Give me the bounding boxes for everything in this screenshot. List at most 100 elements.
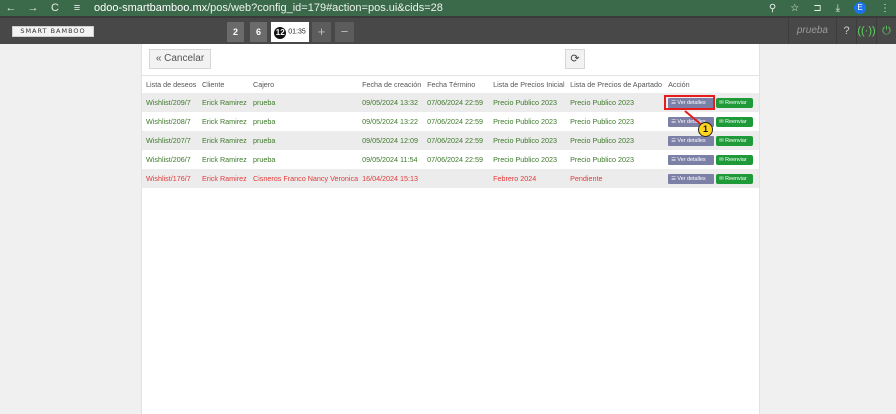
view-details-button[interactable]: ☰ Ver detalles bbox=[668, 154, 715, 165]
extensions-icon[interactable]: ⊐ bbox=[813, 3, 821, 14]
view-details-button[interactable]: ☰ Ver detalles bbox=[668, 173, 715, 184]
resend-label: Reenviar bbox=[725, 118, 747, 125]
cell-end bbox=[423, 169, 490, 188]
cell-created: 09/05/2024 11:54 bbox=[362, 155, 418, 164]
pos-status-area: prueba ? ((·)) ⏻ bbox=[787, 18, 896, 44]
refresh-icon[interactable]: ⟳ bbox=[565, 49, 585, 69]
cell-layaway: Precio Publico 2023 bbox=[570, 155, 635, 164]
view-details-label: Ver detalles bbox=[677, 156, 706, 163]
cell-created: 09/05/2024 12:09 bbox=[358, 131, 424, 150]
forward-icon[interactable]: → bbox=[22, 0, 44, 16]
cell-layaway: Pendiente bbox=[566, 169, 665, 188]
profile-avatar[interactable]: E bbox=[854, 2, 866, 14]
cell-pricelist: Febrero 2024 bbox=[489, 169, 567, 188]
download-icon[interactable]: ⤓ bbox=[836, 3, 840, 14]
order-time: 01:35 bbox=[288, 28, 306, 36]
cell-end: 07/06/2024 22:59 bbox=[427, 155, 484, 164]
order-badge: 12 bbox=[274, 26, 287, 39]
cell-end: 07/06/2024 22:59 bbox=[423, 131, 490, 150]
cell-created: 09/05/2024 13:22 bbox=[362, 117, 419, 126]
col-action: Acción bbox=[668, 80, 690, 89]
cell-cashier: prueba bbox=[253, 155, 276, 164]
menu-icon[interactable]: ⋮ bbox=[880, 3, 890, 14]
logo: SMART BAMBOO bbox=[12, 26, 94, 37]
cell-cashier: Cisneros Franco Nancy Veronica bbox=[249, 169, 359, 188]
star-icon[interactable]: ☆ bbox=[790, 3, 799, 14]
step-marker: 1 bbox=[698, 122, 713, 137]
resend-label: Reenviar bbox=[725, 175, 747, 182]
col-wishlist: Lista de deseos bbox=[146, 80, 197, 89]
cell-wishlist: Wishlist/209/7 bbox=[142, 93, 198, 112]
resend-button[interactable]: ✉ Reenviar bbox=[716, 154, 754, 165]
cell-wishlist: Wishlist/206/7 bbox=[146, 155, 191, 164]
resend-button[interactable]: ✉ Reenviar bbox=[716, 97, 754, 108]
cell-wishlist: Wishlist/208/7 bbox=[146, 117, 191, 126]
order-tab-2[interactable]: 2 bbox=[227, 22, 244, 42]
url-host: odoo-smartbamboo.mx bbox=[94, 2, 208, 14]
resend-button[interactable]: ✉ Reenviar bbox=[716, 116, 754, 127]
col-end: Fecha Término bbox=[427, 80, 476, 89]
cell-cashier: prueba bbox=[253, 117, 276, 126]
reload-icon[interactable]: C bbox=[44, 0, 66, 16]
resend-button[interactable]: ✉ Reenviar bbox=[716, 173, 754, 184]
col-cashier: Cajero bbox=[253, 80, 275, 89]
pos-header: SMART BAMBOO 2 6 12 01:35 + − prueba ? ((… bbox=[0, 16, 896, 44]
cell-pricelist: Precio Publico 2023 bbox=[489, 131, 567, 150]
cell-pricelist: Precio Publico 2023 bbox=[493, 117, 558, 126]
cell-client: Erick Ramirez bbox=[202, 155, 247, 164]
cell-client: Erick Ramirez bbox=[198, 131, 249, 150]
cancel-button[interactable]: « Cancelar bbox=[149, 49, 211, 69]
cell-end: 07/06/2024 22:59 bbox=[427, 117, 484, 126]
cell-layaway: Precio Publico 2023 bbox=[566, 131, 665, 150]
browser-toolbar: ← → C ≡ odoo-smartbamboo.mx/pos/web?conf… bbox=[0, 0, 896, 16]
lock-icon[interactable]: ⏻ bbox=[876, 18, 896, 44]
help-icon[interactable]: ? bbox=[836, 18, 856, 44]
cell-action: ☰ Ver detalles ✉ Reenviar bbox=[664, 169, 759, 188]
resend-label: Reenviar bbox=[725, 156, 747, 163]
cashier-name[interactable]: prueba bbox=[787, 18, 836, 44]
back-icon[interactable]: ← bbox=[0, 0, 22, 16]
add-order-button[interactable]: + bbox=[312, 22, 331, 42]
cell-wishlist: Wishlist/176/7 bbox=[142, 169, 198, 188]
cell-pricelist: Precio Publico 2023 bbox=[489, 93, 567, 112]
zoom-icon[interactable]: ⚲ bbox=[769, 3, 776, 14]
cell-wishlist: Wishlist/207/7 bbox=[142, 131, 198, 150]
cell-client: Erick Ramirez bbox=[198, 169, 249, 188]
table-row[interactable]: Wishlist/208/7 Erick Ramirez prueba 09/0… bbox=[142, 112, 759, 131]
view-details-label: Ver detalles bbox=[677, 137, 706, 144]
cell-created: 09/05/2024 13:32 bbox=[358, 93, 424, 112]
wifi-icon: ((·)) bbox=[856, 18, 876, 44]
table-row[interactable]: Wishlist/206/7 Erick Ramirez prueba 09/0… bbox=[142, 150, 759, 169]
cell-cashier: prueba bbox=[249, 131, 359, 150]
cell-created: 16/04/2024 15:13 bbox=[358, 169, 424, 188]
resend-label: Reenviar bbox=[725, 137, 747, 144]
url-path: /pos/web?config_id=179#action=pos.ui&cid… bbox=[207, 2, 443, 14]
order-tab-active[interactable]: 12 01:35 bbox=[271, 22, 309, 42]
cell-pricelist: Precio Publico 2023 bbox=[493, 155, 558, 164]
wishlist-table: Lista de deseos Cliente Cajero Fecha de … bbox=[142, 76, 759, 188]
cell-cashier: prueba bbox=[249, 93, 359, 112]
order-tab-6[interactable]: 6 bbox=[250, 22, 267, 42]
resend-button[interactable]: ✉ Reenviar bbox=[716, 135, 754, 146]
cell-layaway: Precio Publico 2023 bbox=[570, 117, 635, 126]
table-row[interactable]: Wishlist/176/7 Erick Ramirez Cisneros Fr… bbox=[142, 169, 759, 188]
col-created: Fecha de creación bbox=[362, 80, 422, 89]
browser-actions: ⚲ ☆ ⊐ ⤓ E ⋮ bbox=[769, 0, 890, 16]
view-details-label: Ver detalles bbox=[677, 175, 706, 182]
col-layaway-pricelist: Lista de Precios de Apartado bbox=[570, 80, 662, 89]
address-bar[interactable]: odoo-smartbamboo.mx/pos/web?config_id=17… bbox=[94, 0, 443, 16]
highlight-box bbox=[664, 95, 715, 110]
cell-client: Erick Ramirez bbox=[202, 117, 247, 126]
site-info-icon[interactable]: ≡ bbox=[66, 0, 88, 16]
cell-action: ☰ Ver detalles ✉ Reenviar bbox=[664, 150, 759, 169]
cell-client: Erick Ramirez bbox=[198, 93, 249, 112]
view-details-button[interactable]: ☰ Ver detalles bbox=[668, 135, 715, 146]
table-row[interactable]: Wishlist/207/7 Erick Ramirez prueba 09/0… bbox=[142, 131, 759, 150]
table-header: Lista de deseos Cliente Cajero Fecha de … bbox=[142, 76, 759, 93]
col-initial-pricelist: Lista de Precios Inicial bbox=[493, 80, 565, 89]
cell-end: 07/06/2024 22:59 bbox=[423, 93, 490, 112]
resend-label: Reenviar bbox=[725, 99, 747, 106]
remove-order-button[interactable]: − bbox=[335, 22, 354, 42]
cell-layaway: Precio Publico 2023 bbox=[566, 93, 665, 112]
col-client: Cliente bbox=[202, 80, 225, 89]
